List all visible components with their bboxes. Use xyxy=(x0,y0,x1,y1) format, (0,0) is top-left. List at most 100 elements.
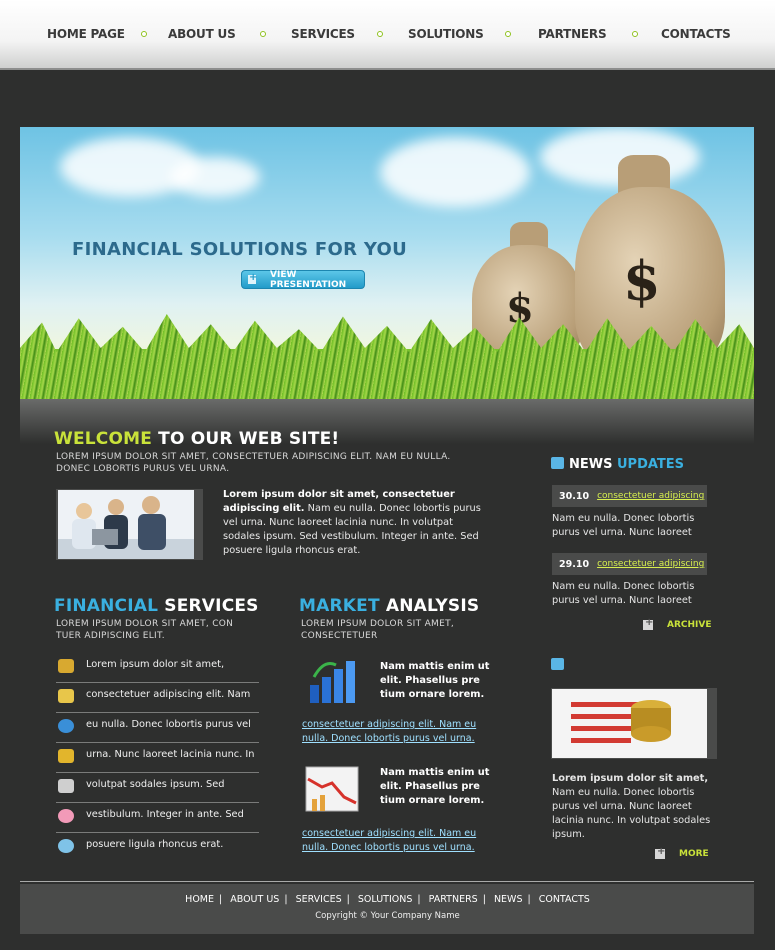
news-heading-blue: UPDATES xyxy=(612,457,685,472)
news-text: Nam eu nulla. Donec lobortis purus vel u… xyxy=(552,513,695,538)
service-item-label: Lorem ipsum dolor sit amet, xyxy=(86,659,225,670)
welcome-heading: WELCOME TO OUR WEB SITE! xyxy=(54,429,339,449)
cash-icon xyxy=(58,689,74,703)
cloud-image xyxy=(380,137,530,207)
nav-contacts[interactable]: CONTACTS xyxy=(661,27,731,41)
arrow-icon xyxy=(551,658,564,670)
market-item-link[interactable]: consectetuer adipiscing elit. Nam eu nul… xyxy=(302,827,497,855)
news-link[interactable]: consectetuer adipiscing xyxy=(597,559,704,569)
footer xyxy=(20,884,754,934)
service-item-label: urna. Nunc laoreet lacinia nunc. In xyxy=(86,749,255,760)
feature-bold: Lorem ipsum dolor sit amet, xyxy=(552,773,709,784)
plus-icon xyxy=(248,272,257,284)
nav-partners[interactable]: PARTNERS xyxy=(538,27,607,41)
service-item[interactable]: posuere ligula rhoncus erat. xyxy=(56,833,259,863)
nav-about-us[interactable]: ABOUT US xyxy=(168,27,236,41)
footer-link-solutions[interactable]: SOLUTIONS xyxy=(358,894,413,905)
piggy-bank-icon xyxy=(58,809,74,823)
calculator-icon xyxy=(58,779,74,793)
footer-link-contacts[interactable]: CONTACTS xyxy=(539,894,590,905)
service-item[interactable]: eu nulla. Donec lobortis purus vel xyxy=(56,713,259,743)
market-item-link[interactable]: consectetuer adipiscing elit. Nam eu nul… xyxy=(302,718,497,746)
market-heading-rest: ANALYSIS xyxy=(379,596,480,616)
services-heading-rest: SERVICES xyxy=(158,596,259,616)
news-text: Nam eu nulla. Donec lobortis purus vel u… xyxy=(552,581,695,606)
service-item-label: posuere ligula rhoncus erat. xyxy=(86,839,224,850)
plus-icon xyxy=(655,846,665,859)
nav-solutions[interactable]: SOLUTIONS xyxy=(408,27,484,41)
footer-link-home[interactable]: HOME xyxy=(185,894,214,905)
chart-down-icon xyxy=(305,766,359,812)
footer-divider xyxy=(20,881,754,882)
welcome-subtitle: LOREM IPSUM DOLOR SIT AMET, CONSECTETUER… xyxy=(56,452,451,474)
services-heading-highlight: FINANCIAL xyxy=(54,596,159,616)
news-heading-white: NEWS xyxy=(569,457,613,472)
service-item[interactable]: volutpat sodales ipsum. Sed xyxy=(56,773,259,803)
footer-separator: | xyxy=(346,894,350,905)
market-item-title: Nam mattis enim ut elit. Phasellus pre t… xyxy=(380,661,490,700)
service-item[interactable]: vestibulum. Integer in ante. Sed xyxy=(56,803,259,833)
market-item-title: Nam mattis enim ut elit. Phasellus pre t… xyxy=(380,767,490,806)
bar-chart-up-icon xyxy=(310,661,355,703)
welcome-body: Lorem ipsum dolor sit amet, consectetuer… xyxy=(223,488,485,558)
nav-separator-dot xyxy=(505,31,511,37)
news-date: 30.10 xyxy=(559,490,590,502)
market-subtitle: LOREM IPSUM DOLOR SIT AMET, CONSECTETUER xyxy=(301,619,455,641)
hero-title: FINANCIAL SOLUTIONS FOR YOU xyxy=(72,239,408,260)
nav-separator-dot xyxy=(260,31,266,37)
market-analysis-heading: MARKET ANALYSIS xyxy=(299,596,479,616)
nav-separator-dot xyxy=(377,31,383,37)
weather-icon xyxy=(58,839,74,853)
financial-services-heading: FINANCIAL SERVICES xyxy=(54,596,259,616)
footer-separator: | xyxy=(482,894,486,905)
news-date: 29.10 xyxy=(559,558,590,570)
footer-link-news[interactable]: NEWS xyxy=(494,894,523,905)
coins-chart-photo xyxy=(551,688,717,759)
view-presentation-label: VIEW PRESENTATION xyxy=(270,269,347,290)
top-navigation: HOME PAGE ABOUT US SERVICES SOLUTIONS PA… xyxy=(0,0,775,70)
news-date-bar: 29.10 consectetuer adipiscing xyxy=(552,553,707,575)
welcome-heading-highlight: WELCOME xyxy=(54,429,153,449)
coins-icon xyxy=(58,749,74,763)
cloud-image xyxy=(170,157,260,197)
service-item-label: vestibulum. Integer in ante. Sed xyxy=(86,809,244,820)
more-label: MORE xyxy=(679,849,709,859)
service-item-label: volutpat sodales ipsum. Sed xyxy=(86,779,225,790)
archive-label: ARCHIVE xyxy=(667,620,712,630)
welcome-heading-rest: TO OUR WEB SITE! xyxy=(152,429,340,449)
footer-separator: | xyxy=(417,894,421,905)
service-item-label: eu nulla. Donec lobortis purus vel xyxy=(86,719,251,730)
news-date-bar: 30.10 consectetuer adipiscing xyxy=(552,485,707,507)
footer-link-about-us[interactable]: ABOUT US xyxy=(230,894,279,905)
footer-navigation: HOME | ABOUT US | SERVICES | SOLUTIONS | PAR… xyxy=(0,894,775,905)
nav-separator-dot xyxy=(141,31,147,37)
feature-body: Nam eu nulla. Donec lobortis purus vel u… xyxy=(552,787,711,840)
nav-separator-dot xyxy=(632,31,638,37)
service-item[interactable]: urna. Nunc laoreet lacinia nunc. In xyxy=(56,743,259,773)
services-subtitle: LOREM IPSUM DOLOR SIT AMET, CON TUER ADI… xyxy=(56,619,234,641)
chart-icon xyxy=(58,659,74,673)
plus-icon xyxy=(643,617,653,630)
news-icon xyxy=(551,457,564,469)
service-item[interactable]: Lorem ipsum dolor sit amet, xyxy=(56,653,259,683)
footer-link-partners[interactable]: PARTNERS xyxy=(429,894,478,905)
news-link[interactable]: consectetuer adipiscing xyxy=(597,491,704,501)
business-team-photo xyxy=(56,489,203,560)
archive-button[interactable]: ARCHIVE xyxy=(643,617,712,630)
nav-home-page[interactable]: HOME PAGE xyxy=(47,27,125,41)
more-button[interactable]: MORE xyxy=(655,846,709,859)
service-item[interactable]: consectetuer adipiscing elit. Nam xyxy=(56,683,259,713)
footer-separator: | xyxy=(219,894,223,905)
footer-link-services[interactable]: SERVICES xyxy=(296,894,342,905)
view-presentation-button[interactable]: VIEW PRESENTATION xyxy=(241,269,365,290)
hero-banner: $ $ FINANCIAL SOLUTIONS FOR YOU VIEW PRE… xyxy=(20,127,754,399)
market-heading-highlight: MARKET xyxy=(299,596,380,616)
footer-separator: | xyxy=(527,894,531,905)
euro-icon xyxy=(58,719,74,733)
copyright: Copyright © Your Company Name xyxy=(315,911,460,921)
news-updates-heading: NEWS UPDATES xyxy=(551,457,684,472)
nav-services[interactable]: SERVICES xyxy=(291,27,355,41)
feature-text: Lorem ipsum dolor sit amet, Nam eu nulla.… xyxy=(552,772,717,842)
service-item-label: consectetuer adipiscing elit. Nam xyxy=(86,689,251,700)
footer-separator: | xyxy=(284,894,288,905)
